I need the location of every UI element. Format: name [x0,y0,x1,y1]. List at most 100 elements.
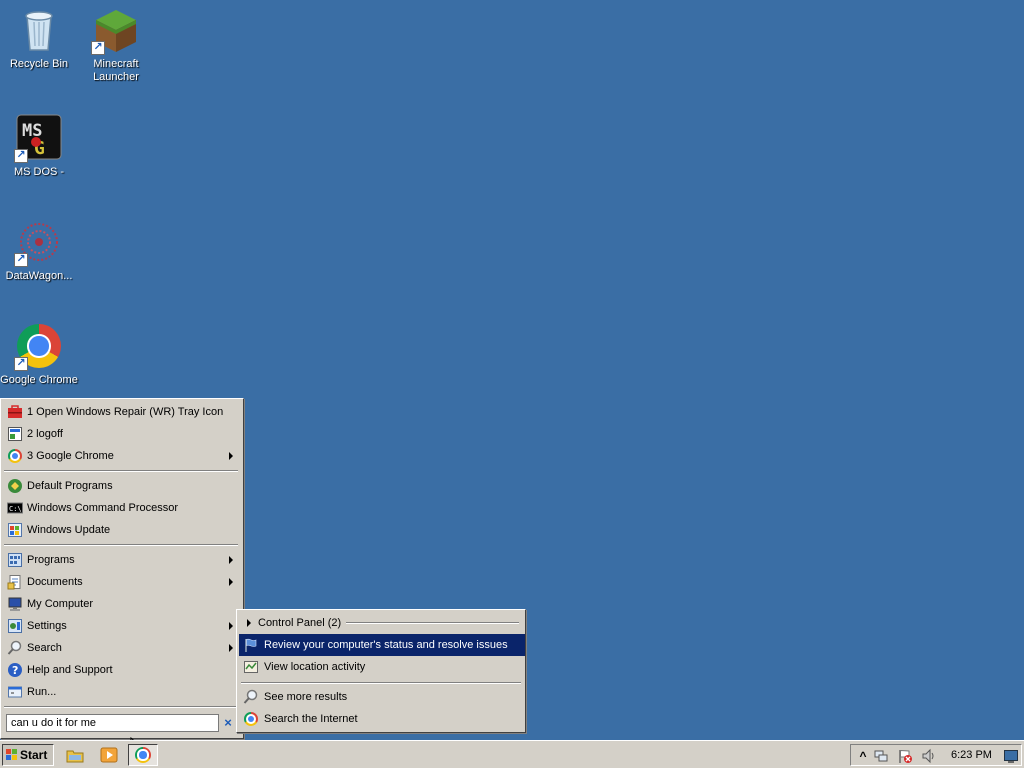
desktop-icon-label: Recycle Bin [9,58,69,70]
menu-separator [4,470,238,472]
result-item-label: See more results [264,691,348,703]
msdos-icon: MS G ↗ [14,114,63,163]
menu-item-label: Search [27,642,62,654]
shortcut-arrow-icon: ↗ [91,41,105,55]
menu-item-label: 2 logoff [27,428,63,440]
menu-item-label: Settings [27,620,67,632]
clock[interactable]: 6:23 PM [951,749,992,761]
desktop-icon-datawagon[interactable]: ↗ DataWagon... [0,218,78,283]
start-menu-item-google-chrome[interactable]: 3 Google Chrome [3,445,239,467]
shortcut-arrow-icon: ↗ [14,253,28,267]
desktop-icon-msdos[interactable]: MS G ↗ MS DOS - [0,114,78,179]
start-menu-item-default-programs[interactable]: Default Programs [3,475,239,497]
documents-icon [7,574,23,590]
submenu-arrow-icon [229,556,233,564]
show-desktop-icon[interactable] [1003,748,1019,764]
start-menu-item-programs[interactable]: Programs [3,549,239,571]
desktop-icon-label: Google Chrome [0,374,78,386]
chrome-icon: ↗ [14,322,63,371]
results-group-label: Control Panel (2) [258,617,342,629]
default-programs-icon [7,478,23,494]
desktop-icon-google-chrome[interactable]: ↗ Google Chrome [0,322,78,387]
datawagon-icon: ↗ [14,218,63,267]
start-search-input[interactable] [6,714,219,732]
chrome-icon [135,747,151,763]
svg-text:?: ? [12,664,18,677]
menu-item-label: Help and Support [27,664,113,676]
flag-icon [243,637,259,653]
result-item-review-status[interactable]: Review your computer's status and resolv… [239,634,525,656]
clear-search-icon[interactable]: × [222,716,234,730]
minecraft-icon: ↗ [91,6,140,55]
start-menu-item-my-computer[interactable]: My Computer [3,593,239,615]
desktop-icon-label: MS DOS - [13,166,65,178]
computer-icon [7,596,23,612]
menu-separator [4,544,238,546]
start-menu-item-logoff[interactable]: 2 logoff [3,423,239,445]
location-activity-icon [243,659,259,675]
result-item-search-internet[interactable]: Search the Internet [239,708,525,730]
expand-arrow-icon [247,619,251,627]
result-item-label: Review your computer's status and resolv… [264,639,508,651]
menu-item-label: Windows Command Processor [27,502,178,514]
menu-item-label: Windows Update [27,524,111,536]
start-menu-item-run[interactable]: Run... [3,681,239,703]
toolbox-icon [7,404,23,420]
start-menu-item-windows-repair[interactable]: 1 Open Windows Repair (WR) Tray Icon [3,401,239,423]
results-group-header[interactable]: Control Panel (2) [243,615,519,631]
svg-text:C:\: C:\ [9,505,22,513]
chrome-icon [7,448,23,464]
menu-item-label: Documents [27,576,83,588]
volume-icon[interactable] [921,748,937,764]
submenu-arrow-icon [229,452,233,460]
start-button[interactable]: Start [2,744,54,766]
settings-icon [7,618,23,634]
menu-item-label: 3 Google Chrome [27,450,114,462]
taskbar-button-google-chrome[interactable] [128,744,158,766]
search-results-menu: Control Panel (2) Review your computer's… [236,609,526,733]
cmd-icon: C:\ [7,500,23,516]
result-item-view-location-activity[interactable]: View location activity [239,656,525,678]
windows-logo-icon [6,748,18,762]
quicklaunch-explorer-icon[interactable] [66,746,84,764]
start-menu-item-windows-update[interactable]: Windows Update [3,519,239,541]
result-item-label: Search the Internet [264,713,358,725]
menu-item-label: My Computer [27,598,94,610]
run-icon [7,684,23,700]
desktop-icon-label: Minecraft Launcher [93,58,139,83]
desktop-icon-label: DataWagon... [5,270,73,282]
start-menu-item-documents[interactable]: Documents [3,571,239,593]
desktop-icon-minecraft-launcher[interactable]: ↗ Minecraft Launcher [77,6,155,84]
taskbar: Start ^ 6:23 PM [0,740,1024,768]
programs-icon [7,552,23,568]
shortcut-arrow-icon: ↗ [14,149,28,163]
desktop-icon-recycle-bin[interactable]: Recycle Bin [0,6,78,71]
group-divider [346,622,519,624]
show-hidden-icons-button[interactable]: ^ [855,748,871,764]
start-button-label: Start [20,748,48,762]
menu-item-label: Run... [27,686,57,698]
result-item-see-more-results[interactable]: See more results [239,686,525,708]
chrome-icon [243,711,259,727]
start-menu-item-settings[interactable]: Settings [3,615,239,637]
submenu-arrow-icon [229,644,233,652]
logoff-icon [7,426,23,442]
submenu-arrow-icon [229,622,233,630]
menu-item-label: 1 Open Windows Repair (WR) Tray Icon [27,406,224,418]
search-icon [7,640,23,656]
shortcut-arrow-icon: ↗ [14,357,28,371]
network-icon[interactable] [873,748,889,764]
help-icon: ? [7,662,23,678]
start-menu-item-command-processor[interactable]: C:\ Windows Command Processor [3,497,239,519]
menu-item-label: Programs [27,554,75,566]
submenu-arrow-icon [229,578,233,586]
result-item-label: View location activity [264,661,366,673]
start-menu-item-search[interactable]: Search [3,637,239,659]
menu-separator [4,706,238,708]
menu-item-label: Default Programs [27,480,113,492]
quicklaunch-media-player-icon[interactable] [100,746,118,764]
windows-update-icon [7,522,23,538]
action-center-icon[interactable] [897,748,913,764]
search-icon [243,689,259,705]
start-menu-item-help-and-support[interactable]: ? Help and Support [3,659,239,681]
